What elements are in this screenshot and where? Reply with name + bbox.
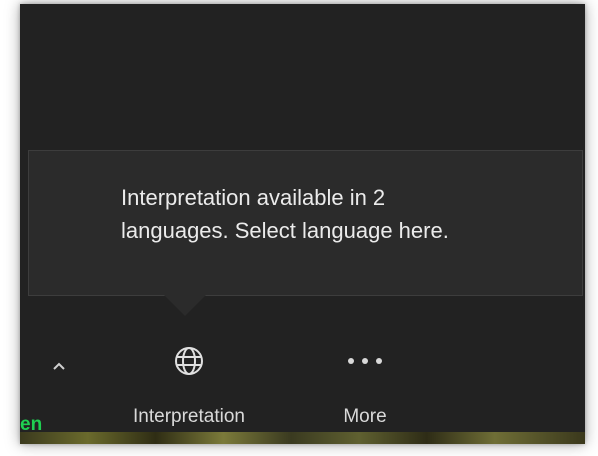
tooltip-pointer <box>164 295 206 316</box>
ellipsis-icon <box>320 334 410 388</box>
globe-icon <box>94 334 284 388</box>
more-button[interactable]: More <box>320 334 410 428</box>
meeting-toolbar: en Interpretation More <box>20 334 585 444</box>
more-label: More <box>343 406 387 427</box>
tooltip-line-1: Interpretation available in 2 <box>121 185 386 210</box>
interpretation-button[interactable]: Interpretation <box>94 334 284 428</box>
meeting-window: Interpretation available in 2 languages.… <box>20 4 585 444</box>
interpretation-label: Interpretation <box>133 406 245 427</box>
video-preview-strip <box>20 432 585 444</box>
interpretation-tooltip: Interpretation available in 2 languages.… <box>28 150 583 296</box>
tooltip-line-2: languages. Select language here. <box>121 218 449 243</box>
tooltip-message: Interpretation available in 2 languages.… <box>121 181 571 247</box>
chevron-up-icon[interactable] <box>44 358 74 376</box>
